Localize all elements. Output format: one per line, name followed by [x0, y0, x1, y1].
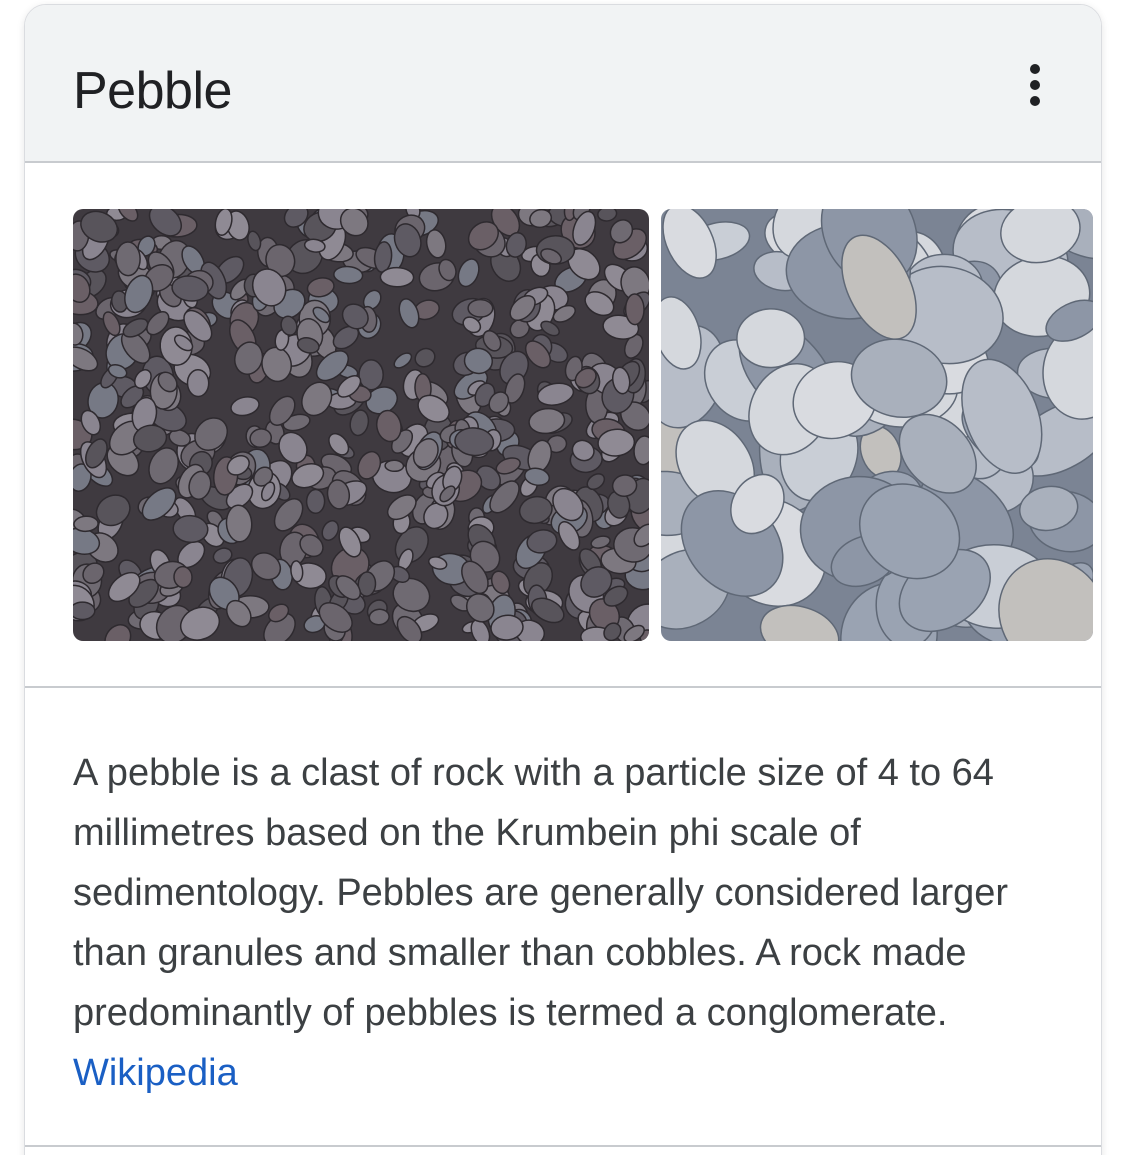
page: Pebble A pebble is a clast of rock with	[0, 0, 1125, 1155]
wikipedia-link[interactable]: Wikipedia	[73, 1052, 238, 1094]
description-text: A pebble is a clast of rock with a parti…	[73, 743, 1063, 1103]
card-header: Pebble	[25, 5, 1101, 163]
knowledge-panel-card: Pebble A pebble is a clast of rock with	[24, 4, 1102, 1155]
image-carousel[interactable]	[25, 163, 1101, 689]
more-vert-icon	[1030, 64, 1040, 106]
section-divider-bottom	[25, 1145, 1101, 1147]
pebble-image-1[interactable]	[73, 209, 649, 641]
section-divider	[25, 686, 1101, 688]
dark-pebbles-photo	[73, 209, 649, 641]
more-options-button[interactable]	[1011, 57, 1059, 113]
description-body: A pebble is a clast of rock with a parti…	[73, 752, 1009, 1034]
light-pebbles-photo	[661, 209, 1093, 641]
panel-title: Pebble	[73, 62, 232, 120]
pebble-image-2[interactable]	[661, 209, 1093, 641]
